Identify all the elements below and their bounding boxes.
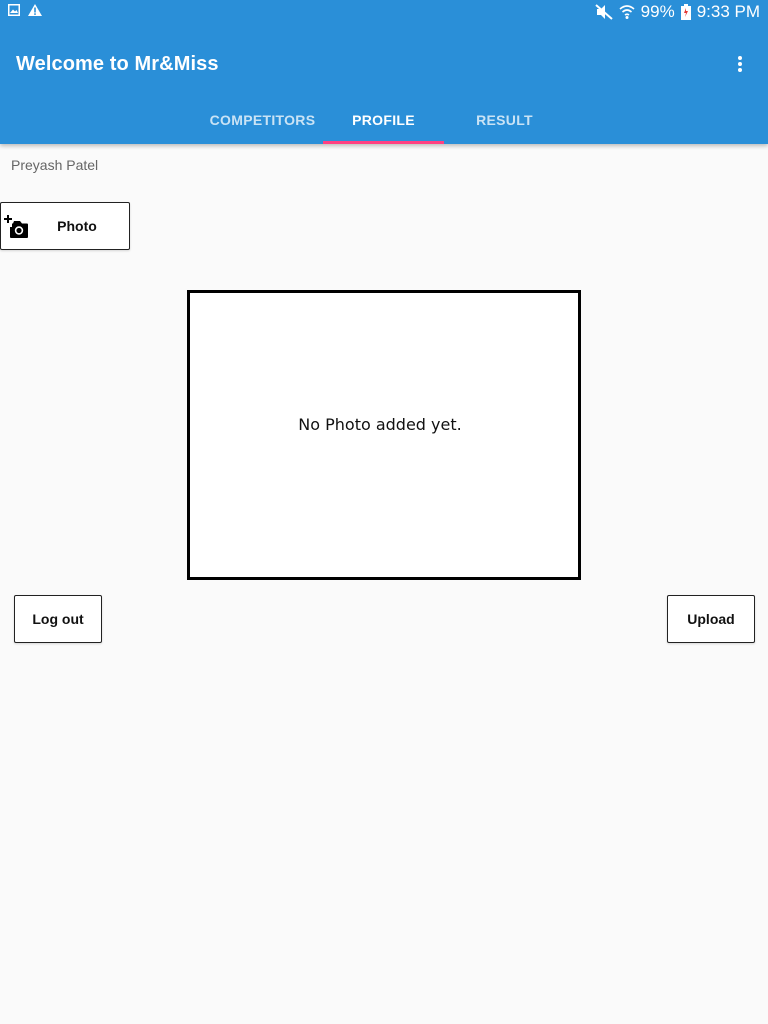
tab-competitors[interactable]: COMPETITORS (202, 96, 323, 144)
battery-icon (680, 4, 691, 20)
photo-button-label: Photo (57, 218, 97, 234)
status-left-icons (8, 4, 42, 16)
warning-icon (28, 4, 42, 16)
gallery-notification-icon (8, 4, 20, 16)
status-bar: 99% 9:33 PM (0, 0, 768, 24)
add-a-photo-icon (4, 215, 30, 242)
clock: 9:33 PM (696, 2, 760, 21)
battery-percent: 99% (640, 2, 675, 21)
mute-icon (594, 4, 613, 20)
app-title: Welcome to Mr&Miss (16, 53, 219, 75)
tab-profile[interactable]: PROFILE (323, 96, 444, 144)
wifi-icon (619, 4, 635, 20)
no-photo-message: No Photo added yet. (298, 414, 462, 434)
status-right-icons: 99% 9:33 PM (594, 2, 760, 22)
logout-button[interactable]: Log out (14, 595, 102, 643)
more-vert-icon[interactable] (736, 52, 744, 76)
upload-button[interactable]: Upload (667, 595, 755, 643)
photo-preview: No Photo added yet. (187, 290, 581, 580)
app-bar: 99% 9:33 PM Welcome to Mr&Miss COMPETITO… (0, 0, 768, 144)
tab-bar: COMPETITORS PROFILE RESULT (202, 96, 565, 144)
user-name: Preyash Patel (11, 157, 99, 173)
tab-result[interactable]: RESULT (444, 96, 565, 144)
add-photo-button[interactable]: Photo (0, 202, 130, 250)
